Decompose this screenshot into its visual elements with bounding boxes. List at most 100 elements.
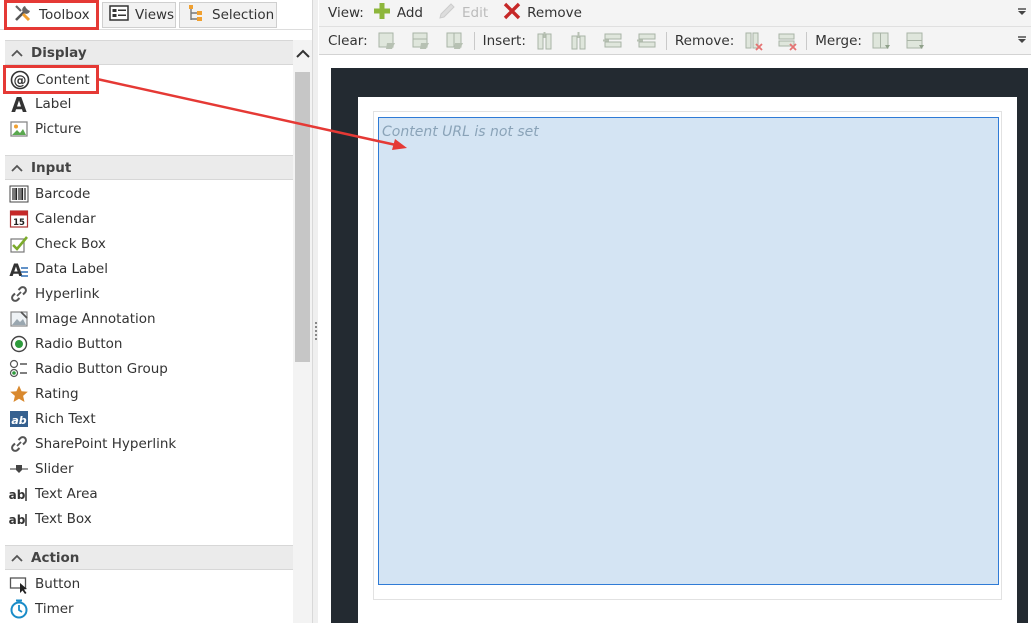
label-a-icon: A — [8, 94, 29, 115]
tab-views[interactable]: Views — [102, 2, 176, 28]
toolbox-item-image-annotation[interactable]: Image Annotation — [8, 307, 156, 331]
toolbox-list: Display @ Content A Label Picture Input … — [0, 40, 293, 623]
toolbox-item-content[interactable]: @ Content — [3, 65, 99, 94]
toolbox-item-label[interactable]: A Label — [8, 92, 72, 116]
insert-column-right-icon[interactable] — [568, 31, 590, 51]
scrollbar-thumb[interactable] — [295, 72, 310, 362]
rating-star-icon — [8, 384, 29, 405]
toolbox-item-check-box-label: Check Box — [35, 236, 106, 252]
text-box-icon: ab — [8, 509, 29, 530]
rich-text-icon: ab — [8, 409, 29, 430]
toolbox-item-data-label-label: Data Label — [35, 261, 108, 277]
toolbox-item-text-area[interactable]: ab Text Area — [8, 482, 98, 506]
picture-icon — [8, 119, 29, 140]
design-canvas: Content URL is not set — [319, 56, 1031, 623]
toolbox-item-radio-button-group-label: Radio Button Group — [35, 361, 168, 377]
toolbox-panel: Toolbox Views Selection Display @ Conten… — [0, 0, 318, 623]
button-icon — [8, 574, 29, 595]
splitter-grip-icon[interactable] — [315, 322, 317, 340]
section-action[interactable]: Action — [5, 545, 293, 570]
content-control[interactable]: Content URL is not set — [378, 117, 999, 585]
section-action-title: Action — [31, 549, 80, 566]
tab-toolbox[interactable]: Toolbox — [4, 0, 99, 30]
slider-icon — [8, 459, 29, 480]
toolbar-separator — [473, 31, 475, 50]
toolbox-item-timer-label: Timer — [35, 601, 74, 617]
views-icon — [109, 5, 129, 25]
calendar-icon: 15 — [8, 209, 29, 230]
remove-view-button[interactable]: Remove — [502, 1, 582, 25]
sharepoint-hyperlink-icon — [8, 434, 29, 455]
add-view-label: Add — [396, 5, 423, 21]
toolbox-item-radio-button[interactable]: Radio Button — [8, 332, 122, 356]
toolbox-item-radio-button-label: Radio Button — [35, 336, 123, 352]
insert-column-left-icon[interactable] — [534, 31, 556, 51]
content-at-icon: @ — [9, 69, 30, 90]
svg-text:A: A — [11, 94, 27, 114]
tab-selection[interactable]: Selection — [179, 2, 277, 28]
check-box-icon — [8, 234, 29, 255]
remove-view-label: Remove — [527, 5, 582, 21]
svg-text:ab: ab — [11, 414, 26, 427]
data-label-icon: A — [8, 259, 29, 280]
toolbox-item-picture[interactable]: Picture — [8, 117, 81, 141]
toolbox-item-sharepoint-hyperlink[interactable]: SharePoint Hyperlink — [8, 432, 176, 456]
toolbox-item-text-box[interactable]: ab Text Box — [8, 507, 92, 531]
toolbox-item-barcode-label: Barcode — [35, 186, 91, 202]
toolbox-item-label-label: Label — [35, 96, 72, 112]
add-view-button[interactable]: Add — [372, 1, 423, 25]
toolbox-item-calendar[interactable]: 15 Calendar — [8, 207, 96, 231]
pencil-icon — [437, 1, 457, 25]
toolbox-icon — [13, 3, 33, 27]
merge-cells-right-icon[interactable] — [870, 31, 892, 51]
radio-button-icon — [8, 334, 29, 355]
panel-tabs: Toolbox Views Selection — [0, 0, 318, 30]
selection-icon — [186, 3, 206, 27]
toolbox-item-hyperlink-label: Hyperlink — [35, 286, 100, 302]
clear-cell-icon[interactable] — [376, 31, 398, 51]
section-display[interactable]: Display — [5, 40, 293, 65]
toolbox-item-rating[interactable]: Rating — [8, 382, 79, 406]
designer-toolbar: View: Add Edit Remove Clear: Insert: Rem… — [319, 0, 1031, 55]
barcode-icon — [8, 184, 29, 205]
remove-column-icon[interactable] — [742, 31, 764, 51]
section-display-title: Display — [31, 44, 87, 61]
edit-view-label: Edit — [462, 5, 489, 21]
insert-row-above-icon[interactable] — [602, 31, 624, 51]
panel-splitter[interactable] — [312, 0, 318, 623]
clear-row-icon[interactable] — [410, 31, 432, 51]
timer-icon — [8, 599, 29, 620]
toolbox-item-text-area-label: Text Area — [35, 486, 98, 502]
toolbox-item-check-box[interactable]: Check Box — [8, 232, 106, 256]
hyperlink-icon — [8, 284, 29, 305]
toolbox-item-radio-button-group[interactable]: Radio Button Group — [8, 357, 168, 381]
chevron-up-icon — [11, 45, 23, 61]
toolbox-scrollbar[interactable] — [293, 40, 312, 623]
section-input[interactable]: Input — [5, 155, 293, 180]
overflow-dropdown-icon[interactable] — [1017, 5, 1027, 21]
merge-cells-down-icon[interactable] — [904, 31, 926, 51]
overflow-dropdown-icon[interactable] — [1017, 33, 1027, 49]
remove-row-icon[interactable] — [776, 31, 798, 51]
toolbox-item-rich-text-label: Rich Text — [35, 411, 96, 427]
toolbar-separator — [806, 31, 808, 50]
toolbar-separator — [665, 31, 667, 50]
toolbox-item-timer[interactable]: Timer — [8, 597, 74, 621]
scroll-up-chevron-icon[interactable] — [296, 46, 310, 62]
toolbox-item-slider[interactable]: Slider — [8, 457, 74, 481]
toolbox-item-button[interactable]: Button — [8, 572, 80, 596]
view-label: View: — [328, 5, 364, 21]
toolbox-item-rich-text[interactable]: ab Rich Text — [8, 407, 96, 431]
red-x-icon — [502, 1, 522, 25]
insert-row-below-icon[interactable] — [636, 31, 658, 51]
toolbar-row-view: View: Add Edit Remove — [319, 0, 1031, 27]
chevron-up-icon — [11, 550, 23, 566]
toolbox-item-hyperlink[interactable]: Hyperlink — [8, 282, 99, 306]
tab-toolbox-label: Toolbox — [39, 7, 90, 23]
clear-column-icon[interactable] — [444, 31, 466, 51]
toolbox-item-image-annotation-label: Image Annotation — [35, 311, 156, 327]
toolbox-item-data-label[interactable]: A Data Label — [8, 257, 108, 281]
edit-view-button[interactable]: Edit — [437, 1, 488, 25]
toolbox-item-barcode[interactable]: Barcode — [8, 182, 90, 206]
toolbox-item-content-label: Content — [36, 71, 90, 88]
